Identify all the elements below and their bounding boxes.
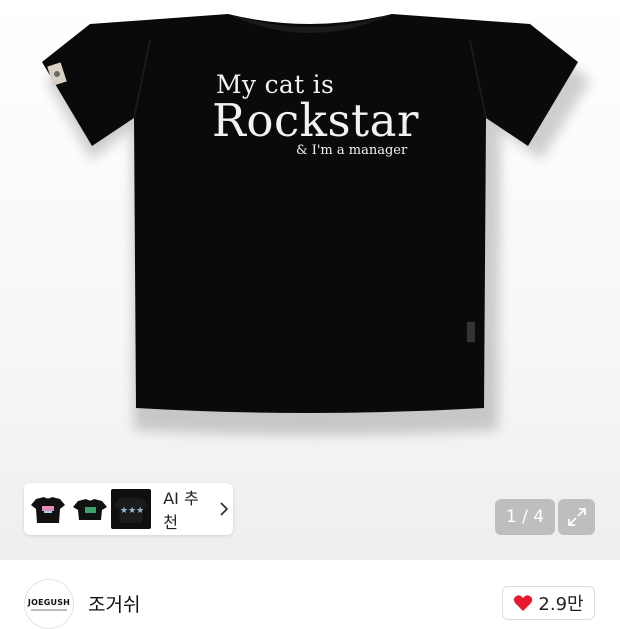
like-button[interactable]: 2.9만	[502, 586, 595, 620]
image-page-counter: 1 / 4	[495, 499, 555, 535]
shirt-print-line3: & I'm a manager	[296, 143, 408, 158]
ai-recommendation-button[interactable]: ★★★ AI 추천	[24, 483, 233, 535]
black-crop-tee-thumbnail	[69, 489, 110, 529]
like-count: 2.9만	[538, 594, 584, 615]
svg-text:★★★: ★★★	[120, 506, 144, 516]
expand-image-button[interactable]	[558, 499, 595, 535]
expand-icon	[567, 508, 586, 526]
chevron-right-icon	[220, 502, 229, 516]
brand-name-link[interactable]: 조거쉬	[88, 590, 140, 617]
ai-recommendation-label: AI 추천	[163, 489, 199, 532]
brand-logo-text: JOEGUSH	[27, 597, 71, 607]
black-tee-graphic-thumbnail	[28, 489, 68, 529]
brand-logo[interactable]: JOEGUSH	[24, 579, 74, 629]
brand-logo-subline	[31, 608, 67, 611]
product-image-carousel[interactable]: My cat is Rockstar & I'm a manager ★★★ A…	[0, 0, 620, 560]
heart-icon	[514, 595, 533, 611]
shirt-print-line2: Rockstar	[212, 94, 419, 147]
black-tee-stars-thumbnail: ★★★	[111, 489, 152, 529]
